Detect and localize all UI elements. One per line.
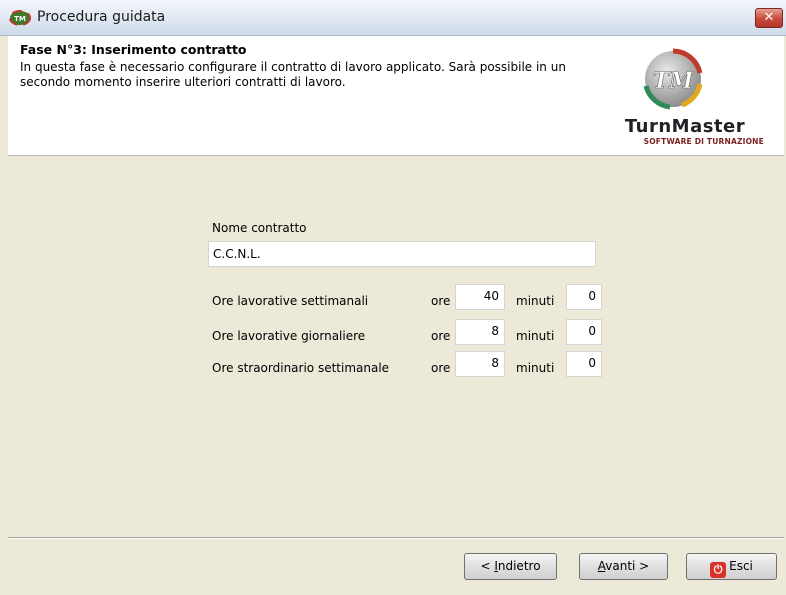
back-button[interactable]: < Indietro [464, 553, 557, 580]
wizard-header: Fase N°3: Inserimento contratto In quest… [8, 36, 784, 156]
exit-button-label: Esci [729, 559, 753, 573]
window-title: Procedura guidata [37, 9, 166, 25]
step-description-line: secondo momento inserire ulteriori contr… [20, 75, 346, 89]
step-description-line: In questa fase è necessario configurare … [20, 60, 566, 74]
power-icon: ⏻ [710, 562, 727, 578]
back-button-prefix: < [480, 559, 495, 573]
exit-button[interactable]: ⏻ Esci [686, 553, 777, 580]
turnmaster-app-icon: TM [9, 10, 31, 26]
weekly-overtime-hours-input[interactable]: 8 [455, 351, 505, 377]
weekly-hours-input[interactable]: 40 [455, 284, 505, 310]
step-description: In questa fase è necessario configurare … [20, 60, 600, 90]
daily-hours-input[interactable]: 8 [455, 319, 505, 345]
title-bar[interactable]: TM Procedura guidata ✕ [0, 0, 786, 36]
hours-unit-label: ore [431, 361, 451, 375]
step-title: Fase N°3: Inserimento contratto [20, 42, 247, 57]
minutes-unit-label: minuti [516, 329, 555, 343]
weekly-minutes-input[interactable]: 0 [566, 284, 602, 310]
close-button[interactable]: ✕ [755, 8, 783, 28]
minutes-unit-label: minuti [516, 361, 555, 375]
next-button[interactable]: Avanti > [579, 553, 668, 580]
back-button-label: ndietro [497, 559, 541, 573]
weekly-overtime-minutes-input[interactable]: 0 [566, 351, 602, 377]
wizard-footer: < Indietro Avanti > ⏻ Esci [8, 539, 784, 595]
svg-text:TM: TM [653, 68, 694, 94]
close-icon: ✕ [763, 10, 775, 25]
logo-tagline: SOFTWARE DI TURNAZIONE [643, 137, 764, 146]
turnmaster-logo-badge: TM [643, 48, 703, 110]
svg-text:TM: TM [14, 15, 26, 23]
contract-name-label: Nome contratto [212, 221, 307, 235]
wizard-window: TM Procedura guidata ✕ Fase N°3: Inserim… [0, 0, 786, 595]
contract-name-input[interactable]: C.C.N.L. [208, 241, 596, 267]
weekly-overtime-label: Ore straordinario settimanale [212, 361, 390, 375]
logo-name: TurnMaster [624, 116, 746, 137]
weekly-hours-label: Ore lavorative settimanali [212, 294, 369, 308]
daily-minutes-input[interactable]: 0 [566, 319, 602, 345]
minutes-unit-label: minuti [516, 294, 555, 308]
daily-hours-label: Ore lavorative giornaliere [212, 329, 366, 343]
hours-unit-label: ore [431, 294, 451, 308]
form-area: Nome contratto C.C.N.L. Ore lavorative s… [8, 157, 784, 537]
hours-unit-label: ore [431, 329, 451, 343]
next-button-label: vanti > [605, 559, 650, 573]
